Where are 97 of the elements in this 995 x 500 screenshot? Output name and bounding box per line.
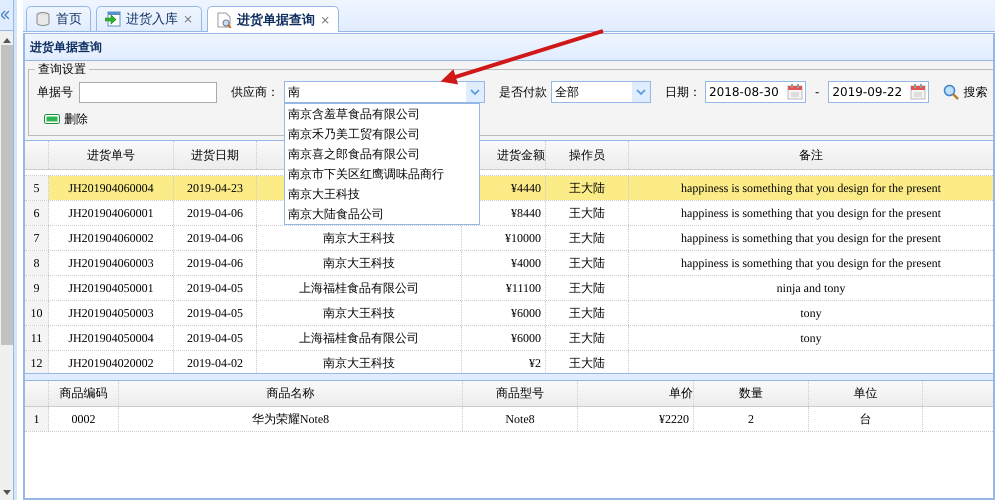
date-separator: - xyxy=(815,85,820,99)
table-cell: JH201904050001 xyxy=(49,276,174,300)
table-cell: 台 xyxy=(809,407,923,431)
database-icon xyxy=(35,11,51,27)
close-button[interactable]: × xyxy=(183,12,194,26)
calendar-icon[interactable] xyxy=(787,84,803,100)
delete-button[interactable]: 删除 xyxy=(42,110,90,128)
table-cell-text: tony xyxy=(799,330,823,347)
row-number: 10 xyxy=(25,301,49,325)
table-cell: 王大陆 xyxy=(546,276,629,300)
table-cell: ¥10000 xyxy=(462,226,546,250)
scroll-up-icon[interactable] xyxy=(2,38,10,43)
table-cell: 2019-04-06 xyxy=(174,251,257,275)
table-cell: JH201904050003 xyxy=(49,301,174,325)
column-header[interactable]: 商品名称 xyxy=(119,381,463,406)
column-header[interactable]: 进货日期 xyxy=(174,141,257,169)
table-cell-text: happiness is something that you design for the present xyxy=(680,230,942,247)
column-header[interactable]: 单位 xyxy=(809,381,923,406)
dropdown-option[interactable]: 南京禾乃美工贸有限公司 xyxy=(285,124,479,144)
table-cell: JH201904050004 xyxy=(49,326,174,350)
column-header[interactable]: 数量 xyxy=(694,381,809,406)
table-cell: ¥11100 xyxy=(462,276,546,300)
table-cell-text: ninja and tony xyxy=(776,280,846,297)
table-cell-text: happiness is something that you design for the present xyxy=(680,204,942,222)
table-cell: 王大陆 xyxy=(546,176,629,200)
arrow-window-icon xyxy=(105,11,121,27)
row-number: 1 xyxy=(25,407,49,431)
table-cell: 2019-04-05 xyxy=(174,301,257,325)
table-cell: happiness is something that you design for the present xyxy=(629,176,993,200)
close-button[interactable]: × xyxy=(320,12,330,26)
table-cell: 王大陆 xyxy=(546,326,629,350)
row-number: 5 xyxy=(25,176,49,200)
search-icon xyxy=(943,84,960,100)
table-cell: 上海福桂食品有限公司 xyxy=(257,276,462,300)
table-cell: 南京大王科技 xyxy=(257,251,462,275)
table-cell: 王大陆 xyxy=(546,201,629,225)
table-cell: JH201904060004 xyxy=(49,176,174,200)
table-cell: 2019-04-05 xyxy=(174,276,257,300)
table-cell: 华为荣耀Note8 xyxy=(119,407,463,431)
table-cell: Note8 xyxy=(463,407,578,431)
splitter[interactable] xyxy=(25,373,993,381)
column-header[interactable]: 商品编码 xyxy=(49,381,119,406)
search-button[interactable]: 搜索 xyxy=(941,84,990,100)
table-cell: JH201904060003 xyxy=(49,251,174,275)
date-field[interactable]: 2018-08-30 xyxy=(705,81,806,103)
column-header[interactable]: 进货单号 xyxy=(49,141,174,169)
table-cell: 2019-04-23 xyxy=(174,176,257,200)
tab[interactable]: 进货单据查询 × xyxy=(207,6,340,32)
table-cell-text: happiness is something that you design for the present xyxy=(680,254,942,272)
column-header[interactable]: 操作员 xyxy=(546,141,629,169)
table-cell: ¥4000 xyxy=(462,251,546,275)
scroll-thumb[interactable] xyxy=(0,45,12,345)
collapse-icon[interactable] xyxy=(1,10,9,20)
row-number: 7 xyxy=(25,226,49,250)
table-cell: 2019-04-05 xyxy=(174,326,257,350)
field-label: 日期： xyxy=(665,84,701,100)
panel-title: 进货单据查询 xyxy=(25,34,993,61)
input-field[interactable] xyxy=(79,82,217,102)
table-cell: 南京大王科技 xyxy=(257,301,462,325)
table-cell: JH201904060002 xyxy=(49,226,174,250)
caret-icon xyxy=(470,89,480,95)
table-cell: 王大陆 xyxy=(546,301,629,325)
table-cell: 0002 xyxy=(49,407,119,431)
table-cell: ¥6000 xyxy=(462,301,546,325)
table-cell: ¥2220 xyxy=(578,407,694,431)
table-cell: 2019-04-06 xyxy=(174,226,257,250)
field-label: 是否付款 xyxy=(499,84,547,100)
row-number: 9 xyxy=(25,276,49,300)
table-cell: 2 xyxy=(694,407,809,431)
calendar-icon[interactable] xyxy=(910,84,926,100)
column-header[interactable]: 备注 xyxy=(629,141,993,169)
row-number: 6 xyxy=(25,201,49,225)
dropdown-option[interactable]: 南京含羞草食品有限公司 xyxy=(285,104,479,124)
field-label: 供应商： xyxy=(231,84,279,100)
table-cell-text: tony xyxy=(799,304,823,322)
table-cell: 2019-04-06 xyxy=(174,201,257,225)
column-header[interactable]: 商品型号 xyxy=(463,381,578,406)
tab[interactable]: 进货入库 × xyxy=(96,6,202,31)
caret-icon xyxy=(636,89,646,95)
column-header[interactable]: 进货金额 xyxy=(462,141,546,169)
table-cell: ¥6000 xyxy=(462,326,546,350)
scroll-down-icon[interactable] xyxy=(2,490,10,495)
table-cell: 王大陆 xyxy=(546,251,629,275)
minus-icon xyxy=(44,114,60,124)
tab[interactable]: 首页 xyxy=(26,6,91,31)
document-search-icon xyxy=(216,12,232,28)
table-cell: 王大陆 xyxy=(546,226,629,250)
table-cell: 上海福桂食品有限公司 xyxy=(257,326,462,350)
field-label: 单据号 xyxy=(37,84,73,100)
row-number: 11 xyxy=(25,326,49,350)
table-cell: JH201904060001 xyxy=(49,201,174,225)
row-number: 12 xyxy=(25,351,49,373)
table-cell: 南京大王科技 xyxy=(257,226,462,250)
column-header[interactable]: 单价 xyxy=(578,381,694,406)
row-number: 8 xyxy=(25,251,49,275)
combo-box[interactable]: 全部 xyxy=(551,81,651,103)
date-field[interactable]: 2019-09-22 xyxy=(828,81,930,103)
